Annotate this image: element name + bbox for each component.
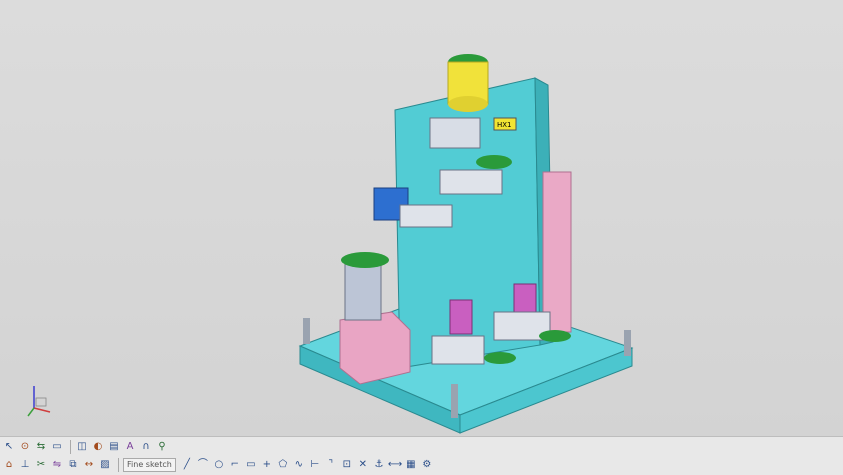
corner-icon[interactable]: ⌐ [228, 458, 242, 472]
toolbar-row-1: ↖ ⊙ ⇆ ▭ ◫ ◐ ▤ A ∩ ⚲ [2, 438, 171, 456]
left-cylinder [344, 261, 382, 321]
part-label-text: HX1 [497, 121, 512, 129]
shading-icon[interactable]: ◐ [91, 440, 105, 454]
bottom-toolbar: ↖ ⊙ ⇆ ▭ ◫ ◐ ▤ A ∩ ⚲ ⌂ ⊥ ✂ ⇋ ⧉ ↔ ▨ Fine s… [0, 436, 843, 475]
trim-icon[interactable]: ✂ [34, 458, 48, 472]
arc-icon[interactable]: ⌒ [196, 458, 210, 472]
fix-icon[interactable]: ⚓ [372, 458, 386, 472]
line-icon[interactable]: ╱ [180, 458, 194, 472]
select-icon[interactable]: ↖ [2, 440, 16, 454]
pin-right [624, 330, 631, 356]
magnet-icon[interactable]: ∩ [139, 440, 153, 454]
3d-viewport[interactable]: HX1 [0, 0, 843, 436]
fixture-model[interactable]: HX1 [0, 0, 843, 436]
toolbar-separator [70, 440, 71, 454]
green-handle-low-1 [484, 352, 516, 364]
circle-icon[interactable]: ○ [212, 458, 226, 472]
axis-icon[interactable]: ⊢ [308, 458, 322, 472]
drawing-icon[interactable]: ▭ [50, 440, 64, 454]
clamp-upper [429, 117, 481, 149]
project-icon[interactable]: ⊡ [340, 458, 354, 472]
settings-icon[interactable]: ⚙ [420, 458, 434, 472]
pink-rail-right [542, 171, 572, 333]
clamp-mid [439, 169, 503, 195]
profile-icon[interactable]: ⌂ [2, 458, 16, 472]
clamp-low-1 [431, 335, 485, 365]
toolbar-row-2: ⌂ ⊥ ✂ ⇋ ⧉ ↔ ▨ Fine sketch ╱ ⌒ ○ ⌐ ▭ + ⬠ … [2, 456, 436, 474]
green-handle-low-2 [539, 330, 571, 342]
left-clamp-green [341, 252, 389, 268]
transform-icon[interactable]: ⇆ [34, 440, 48, 454]
view-icon[interactable]: ◫ [75, 440, 89, 454]
polygon-icon[interactable]: ⬠ [276, 458, 290, 472]
pink-block-left [339, 311, 411, 385]
toolbar-separator [118, 458, 119, 472]
point-icon[interactable]: + [260, 458, 274, 472]
top-cylinder-base [448, 96, 488, 112]
analysis-icon[interactable]: ⚲ [155, 440, 169, 454]
rectangle-icon[interactable]: ▭ [244, 458, 258, 472]
grid-icon[interactable]: ▦ [404, 458, 418, 472]
pin-front [451, 384, 458, 418]
mirror-icon[interactable]: ⇋ [50, 458, 64, 472]
offset-icon[interactable]: ⧉ [66, 458, 80, 472]
dimension-icon[interactable]: ↔ [82, 458, 96, 472]
fine-sketch-button[interactable]: Fine sketch [123, 458, 176, 472]
layer-icon[interactable]: ▤ [107, 440, 121, 454]
pin-left [303, 318, 310, 344]
intersect-icon[interactable]: ✕ [356, 458, 370, 472]
axis-compass-icon[interactable] [24, 382, 54, 418]
snap-icon[interactable]: ⊙ [18, 440, 32, 454]
hatch-icon[interactable]: ▨ [98, 458, 112, 472]
spline-icon[interactable]: ∿ [292, 458, 306, 472]
chamfer-icon[interactable]: ⌝ [324, 458, 338, 472]
dimension-2-icon[interactable]: ⟷ [388, 458, 402, 472]
green-handle-upper [476, 155, 512, 169]
constraint-icon[interactable]: ⊥ [18, 458, 32, 472]
magenta-bracket-1 [449, 299, 473, 335]
clamp-blue [399, 204, 453, 228]
annotate-icon[interactable]: A [123, 440, 137, 454]
